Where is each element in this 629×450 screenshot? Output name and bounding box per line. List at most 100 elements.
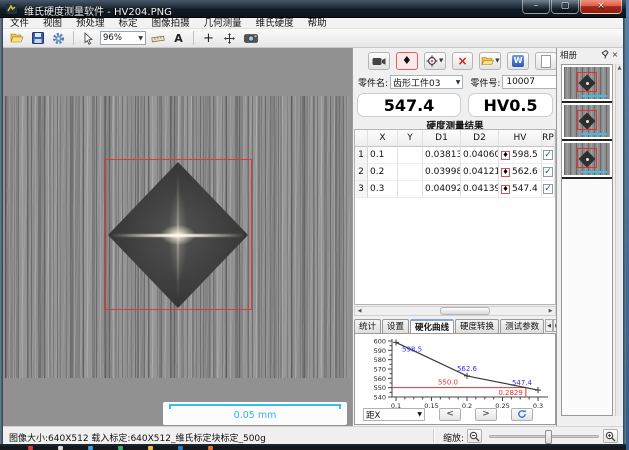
rp-checkbox[interactable]: ✓ <box>543 184 553 194</box>
next-point-button[interactable]: > <box>475 408 497 421</box>
main-toolbar: 96% ▼ A + <box>3 29 623 48</box>
settings-button[interactable] <box>49 30 68 46</box>
save-button[interactable] <box>28 30 47 46</box>
tab-scroll-left-icon[interactable]: ◀ <box>545 319 553 332</box>
video-camera-icon <box>372 57 386 66</box>
maximize-button[interactable]: ▢ <box>551 0 579 14</box>
curve-axis-value: 距X <box>366 409 380 421</box>
cell-y[interactable] <box>398 181 423 198</box>
target-icon <box>426 55 438 67</box>
hv-value: 598.5 <box>512 147 538 163</box>
cell-d1[interactable]: 0.03813 <box>423 147 461 164</box>
cell-hv[interactable]: ♦ 598.5 <box>499 147 542 164</box>
tab-settings[interactable]: 设置 <box>382 319 409 333</box>
menu-view[interactable]: 视图 <box>36 18 69 29</box>
indentation-detect-button[interactable]: ♦ <box>396 52 418 70</box>
crosshair-tool-button[interactable]: + <box>199 30 218 46</box>
tab-test-parameters[interactable]: 测试参数 <box>500 319 544 333</box>
indent-flag-icon: ♦ <box>501 151 510 160</box>
row-number: 1 <box>355 147 368 164</box>
minimize-button[interactable]: – <box>522 0 550 14</box>
capture-video-button[interactable] <box>368 52 390 70</box>
taskbar-icon <box>208 446 213 450</box>
cell-hv[interactable]: ♦ 547.4 <box>499 181 542 198</box>
col-header-y: Y <box>398 130 423 147</box>
scroll-up-icon[interactable]: ▲ <box>616 64 623 73</box>
menu-file[interactable]: 文件 <box>3 18 36 29</box>
col-header-d2: D2 <box>461 130 499 147</box>
album-thumbnail[interactable] <box>562 65 612 103</box>
tab-hardening-curve[interactable]: 硬化曲线 <box>410 319 454 333</box>
cell-x[interactable]: 0.1 <box>368 147 398 164</box>
pan-tool-button[interactable] <box>220 30 239 46</box>
export-word-button[interactable]: W <box>507 52 529 70</box>
scroll-left-icon[interactable]: ◀ <box>355 307 364 315</box>
part-name-select[interactable]: 齿形工件03 ▼ <box>390 75 463 89</box>
part-no-input[interactable]: 10007 <box>502 75 557 89</box>
zoom-in-button[interactable] <box>603 429 618 443</box>
col-header-d1: D1 <box>423 130 461 147</box>
cell-x[interactable]: 0.2 <box>368 164 398 181</box>
cell-x[interactable]: 0.3 <box>368 181 398 198</box>
cell-hv[interactable]: ♦ 562.6 <box>499 164 542 181</box>
word-export-icon: W <box>512 55 524 67</box>
chevron-down-icon: ▼ <box>439 58 443 64</box>
menu-image-capture[interactable]: 图像拍摄 <box>145 18 197 29</box>
menu-calibration[interactable]: 标定 <box>112 18 145 29</box>
zoom-out-button[interactable] <box>467 429 482 443</box>
album-thumbnail[interactable] <box>562 141 612 179</box>
results-table: X Y D1 D2 HV RP 1 0.1 0.03813 0.04060 ♦ … <box>354 129 556 305</box>
zoom-slider-thumb[interactable] <box>545 430 552 444</box>
curve-axis-select[interactable]: 距X ▼ <box>363 408 425 421</box>
menu-preprocess[interactable]: 预处理 <box>69 18 112 29</box>
menu-help[interactable]: 帮助 <box>301 18 334 29</box>
new-report-button[interactable] <box>535 52 557 70</box>
measurement-selection-box[interactable] <box>104 159 252 310</box>
close-button[interactable]: × <box>580 0 622 14</box>
cell-y[interactable] <box>398 147 423 164</box>
taskbar-icon <box>118 446 123 450</box>
prev-point-button[interactable]: < <box>439 408 461 421</box>
scroll-right-icon[interactable]: ▶ <box>546 307 555 315</box>
svg-text:590: 590 <box>374 347 386 355</box>
svg-text:547.4: 547.4 <box>512 379 533 387</box>
cell-d1[interactable]: 0.04092 <box>423 181 461 198</box>
zoom-level-select[interactable]: 96% ▼ <box>100 31 146 45</box>
ruler-tool-button[interactable] <box>148 30 167 46</box>
rp-checkbox[interactable]: ✓ <box>543 167 553 177</box>
zoom-level-value: 96% <box>103 33 122 43</box>
pin-icon[interactable] <box>600 50 610 60</box>
metallograph-image[interactable]: 0.05 mm <box>5 96 350 378</box>
select-cursor-button[interactable] <box>79 30 98 46</box>
menu-vickers-hardness[interactable]: 维氏硬度 <box>249 18 301 29</box>
auto-position-button[interactable]: ▼ <box>424 52 446 70</box>
capture-button[interactable] <box>241 30 260 46</box>
cell-d2[interactable]: 0.04139 <box>461 181 499 198</box>
text-tool-button[interactable]: A <box>169 30 188 46</box>
album-close-icon[interactable]: × <box>610 50 620 60</box>
album-scrollbar[interactable]: ▲ <box>615 64 622 416</box>
scrollbar-thumb[interactable] <box>440 307 490 315</box>
delete-result-button[interactable]: × <box>452 52 474 70</box>
rp-checkbox[interactable]: ✓ <box>543 150 553 160</box>
part-fields-row: 零件名: 齿形工件03 ▼ 零件号: 10007 <box>353 74 557 90</box>
refresh-chart-button[interactable] <box>511 408 533 421</box>
menu-geometry-measure[interactable]: 几何测量 <box>197 18 249 29</box>
magnifier-minus-icon <box>469 431 480 442</box>
open-file-button[interactable] <box>7 30 26 46</box>
zoom-slider[interactable] <box>489 435 599 438</box>
app-icon <box>6 3 18 15</box>
table-horizontal-scrollbar[interactable]: ◀ ▶ <box>354 306 556 316</box>
move-arrows-icon <box>223 32 236 45</box>
scale-bar: 0.05 mm <box>163 402 347 425</box>
cell-d2[interactable]: 0.04121 <box>461 164 499 181</box>
open-result-button[interactable]: ▼ <box>479 52 501 70</box>
tab-hardness-conversion[interactable]: 硬度转换 <box>455 319 499 333</box>
tab-statistics[interactable]: 统计 <box>354 319 381 333</box>
cell-d1[interactable]: 0.03998 <box>423 164 461 181</box>
album-thumbnail[interactable] <box>562 103 612 141</box>
cell-d2[interactable]: 0.04060 <box>461 147 499 164</box>
col-header-rowno <box>355 130 368 147</box>
title-bar[interactable]: 维氏硬度测量软件 - HV204.PNG – ▢ × <box>0 0 626 18</box>
cell-y[interactable] <box>398 164 423 181</box>
